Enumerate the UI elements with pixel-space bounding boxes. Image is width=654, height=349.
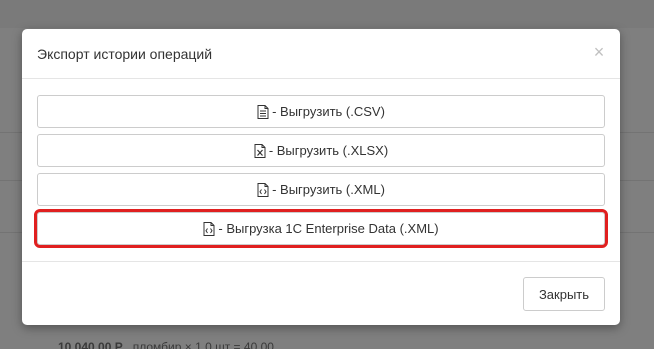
- modal-footer: Закрыть: [22, 261, 620, 325]
- modal-header: Экспорт истории операций ×: [22, 29, 620, 79]
- file-code-icon: [203, 221, 215, 236]
- file-code-icon: [257, 182, 269, 197]
- backdrop-header-band: [0, 0, 654, 28]
- file-text-icon: [257, 104, 269, 119]
- backdrop-description: пломбир × 1,0 шт = 40,00: [132, 340, 274, 349]
- modal-title: Экспорт истории операций: [37, 46, 213, 62]
- export-1c-enterprise-data-button[interactable]: - Выгрузка 1С Enterprise Data (.XML): [34, 209, 608, 248]
- close-icon[interactable]: ×: [592, 43, 606, 61]
- export-xlsx-label: - Выгрузить (.XLSX): [268, 143, 389, 158]
- backdrop-amount: 10 040,00 Р: [58, 340, 123, 349]
- export-csv-label: - Выгрузить (.CSV): [272, 104, 385, 119]
- close-button[interactable]: Закрыть: [523, 277, 605, 311]
- export-xml-label: - Выгрузить (.XML): [272, 182, 385, 197]
- backdrop-row-text: 10 040,00 Р пломбир × 1,0 шт = 40,00: [58, 340, 274, 349]
- export-1c-enterprise-data-label: - Выгрузка 1С Enterprise Data (.XML): [218, 221, 439, 236]
- export-csv-button[interactable]: - Выгрузить (.CSV): [37, 95, 605, 128]
- export-xlsx-button[interactable]: - Выгрузить (.XLSX): [37, 134, 605, 167]
- modal-body: - Выгрузить (.CSV) - Выгрузить (.XLSX) -…: [34, 95, 608, 251]
- file-excel-icon: [254, 143, 266, 158]
- export-history-modal: Экспорт истории операций × - Выгрузить (…: [22, 29, 620, 325]
- export-xml-button[interactable]: - Выгрузить (.XML): [37, 173, 605, 206]
